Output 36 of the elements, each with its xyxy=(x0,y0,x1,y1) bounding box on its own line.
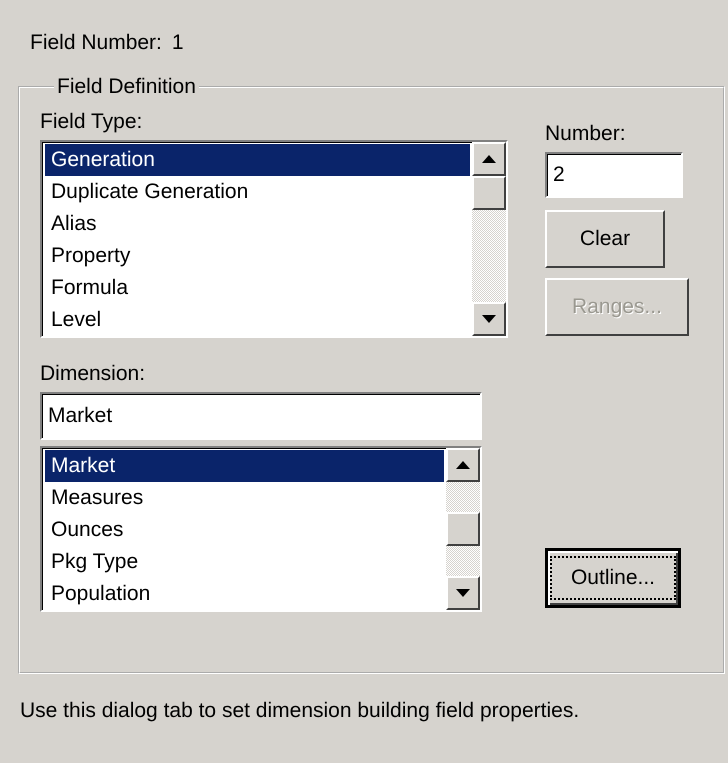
field-number-value: 1 xyxy=(172,30,184,56)
list-item[interactable]: Level xyxy=(45,304,470,336)
list-item[interactable]: Generation xyxy=(45,144,470,176)
field-type-label: Field Type: xyxy=(40,109,144,135)
dimension-listbox[interactable]: Market Measures Ounces Pkg Type Population xyxy=(40,446,482,612)
list-item[interactable]: Market xyxy=(45,450,444,482)
scroll-down-button[interactable] xyxy=(472,302,506,336)
scrollbar[interactable] xyxy=(472,142,506,336)
dimension-field[interactable]: Market xyxy=(40,392,482,440)
down-arrow-icon xyxy=(482,315,496,323)
scroll-thumb[interactable] xyxy=(472,176,506,210)
list-item[interactable]: Pkg Type xyxy=(45,546,444,578)
list-item[interactable]: Formula xyxy=(45,272,470,304)
dimension-label: Dimension: xyxy=(40,361,146,387)
list-item[interactable]: Duplicate Generation xyxy=(45,176,470,208)
list-item[interactable]: Ounces xyxy=(45,514,444,546)
scroll-down-button[interactable] xyxy=(446,576,480,610)
up-arrow-icon xyxy=(456,461,470,469)
down-arrow-icon xyxy=(456,589,470,597)
scroll-up-button[interactable] xyxy=(472,142,506,176)
scrollbar[interactable] xyxy=(446,448,480,610)
group-title: Field Definition xyxy=(56,74,197,100)
scroll-thumb[interactable] xyxy=(446,512,480,546)
list-item[interactable]: Alias xyxy=(45,208,470,240)
list-item[interactable]: Population xyxy=(45,578,444,610)
number-label: Number: xyxy=(545,121,626,147)
list-item[interactable]: Property xyxy=(45,240,470,272)
field-type-listbox[interactable]: Generation Duplicate Generation Alias Property Formula Level xyxy=(40,140,508,338)
outline-button[interactable]: Outline... xyxy=(545,548,681,608)
number-field[interactable]: 2 xyxy=(545,152,683,198)
up-arrow-icon xyxy=(482,155,496,163)
field-number-label: Field Number: xyxy=(30,30,162,56)
scroll-up-button[interactable] xyxy=(446,448,480,482)
status-text: Use this dialog tab to set dimension building field properties. xyxy=(19,698,580,724)
dialog-button[interactable]: Clear xyxy=(545,210,665,268)
list-item[interactable]: Measures xyxy=(45,482,444,514)
